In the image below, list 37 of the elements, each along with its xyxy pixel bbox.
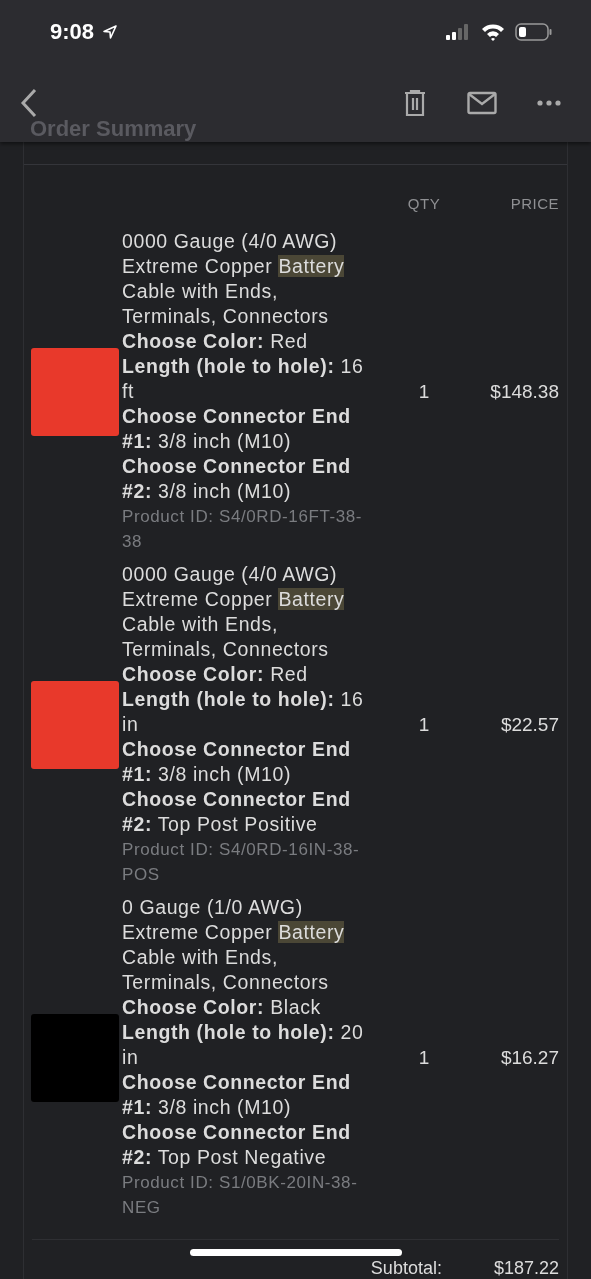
status-time: 9:08: [50, 19, 95, 45]
price: $16.27: [499, 1046, 559, 1069]
mail-icon[interactable]: [467, 91, 497, 115]
product-id: Product ID: S4/0RD-16IN-38-POS: [122, 839, 361, 886]
product-option: Choose Color: Red: [122, 662, 370, 687]
subtotal-value: $187.22: [493, 1258, 559, 1279]
price: $148.38: [489, 380, 559, 403]
product-option: Choose Color: Red: [122, 329, 370, 354]
product-option: Choose Connector End #2: 3/8 inch (M10): [122, 454, 370, 504]
product-option: Length (hole to hole): 20 in: [122, 1020, 370, 1070]
product-option: Length (hole to hole): 16 ft: [122, 354, 370, 404]
wifi-icon: [481, 23, 505, 41]
back-icon[interactable]: [20, 88, 38, 118]
product-option: Choose Color: Black: [122, 995, 370, 1020]
product-option: Choose Connector End #1: 3/8 inch (M10): [122, 1070, 370, 1120]
more-icon[interactable]: [537, 100, 561, 106]
product-title: 0000 Gauge (4/0 AWG) Extreme Copper Battery Cable with Ends, Terminals, Connectors: [122, 562, 346, 662]
signal-icon: [445, 24, 471, 40]
product-option: Length (hole to hole): 16 in: [122, 687, 370, 737]
product-id: Product ID: S1/0BK-20IN-38-NEG: [122, 1172, 359, 1219]
product-title: 0 Gauge (1/0 AWG) Extreme Copper Battery Cable with Ends, Terminals, Connectors: [122, 895, 346, 995]
location-arrow-icon: [102, 24, 119, 40]
product-option: Choose Connector End #2: Top Post Negative: [122, 1120, 370, 1170]
column-header: PRICE: [509, 195, 559, 212]
battery-icon: [515, 23, 553, 41]
product-option: Choose Connector End #1: 3/8 inch (M10): [122, 404, 370, 454]
column-header: QTY: [406, 195, 442, 212]
price: $22.57: [499, 713, 559, 736]
product-title: 0000 Gauge (4/0 AWG) Extreme Copper Battery Cable with Ends, Terminals, Connectors: [122, 229, 346, 329]
subtotal-label: Subtotal:: [370, 1258, 442, 1279]
quantity: 1: [417, 713, 431, 736]
delete-icon[interactable]: [403, 89, 427, 117]
product-id: Product ID: S4/0RD-16FT-38-38: [122, 506, 364, 553]
quantity: 1: [417, 380, 431, 403]
quantity: 1: [417, 1046, 431, 1069]
product-option: Choose Connector End #1: 3/8 inch (M10): [122, 737, 370, 787]
product-option: Choose Connector End #2: Top Post Positive: [122, 787, 370, 837]
